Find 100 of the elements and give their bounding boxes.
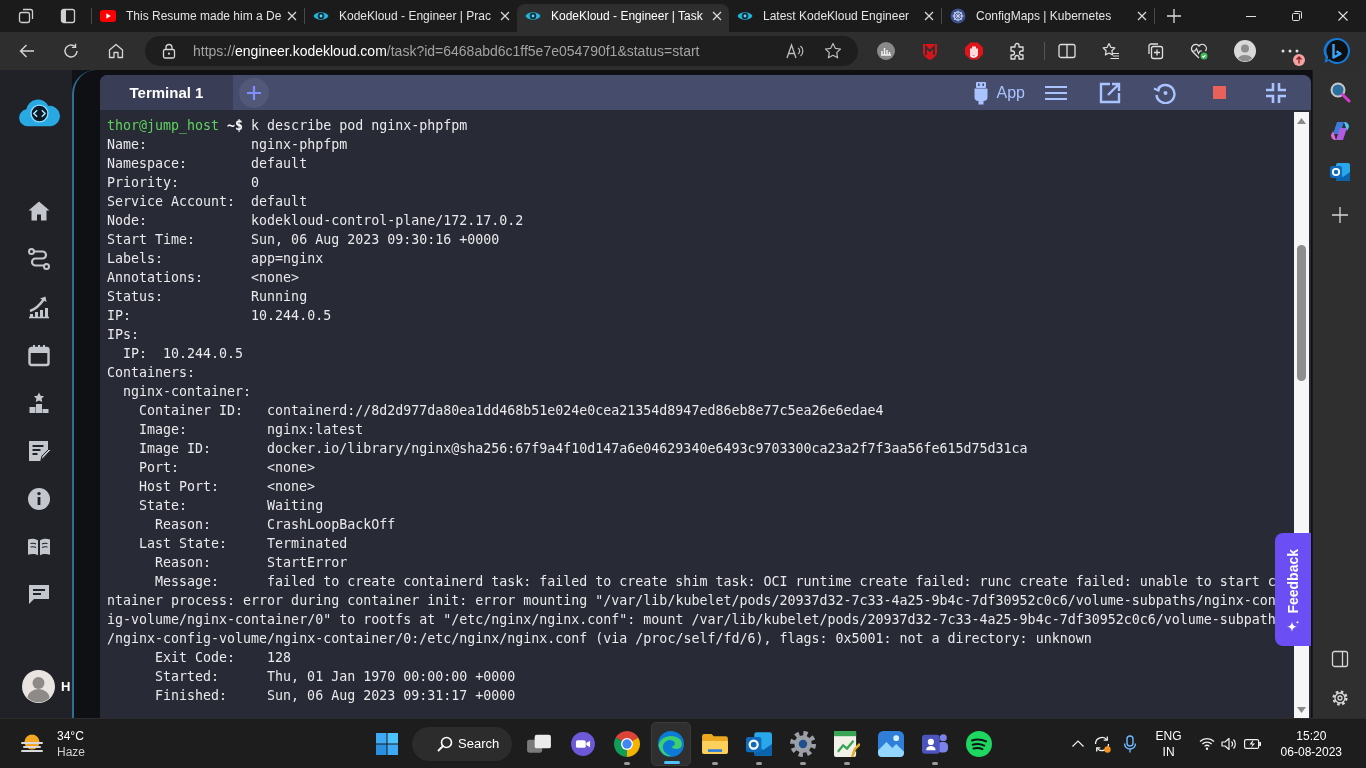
cloud-logo-icon[interactable] [17, 98, 60, 128]
scrollbar[interactable] [1294, 112, 1309, 533]
history-icon[interactable] [1153, 81, 1176, 104]
scroll-up-icon[interactable] [1297, 118, 1306, 124]
workspaces-icon[interactable] [18, 8, 34, 24]
external-link-icon[interactable] [1099, 81, 1121, 104]
calendar-icon[interactable] [26, 343, 51, 367]
output-key: Reason: [155, 517, 212, 532]
output-value: docker.io/library/nginx@sha256:67f9a4f10d147a6e04629340e6493c9703300ca23a2f7f3aa56fe615d75d31ca [267, 440, 1028, 458]
profile-avatar-icon[interactable] [1234, 40, 1256, 62]
compress-icon[interactable] [1266, 82, 1286, 103]
chevron-up-icon[interactable] [1071, 740, 1084, 747]
output-value: 10.244.0.5 [163, 345, 244, 363]
wifi-icon[interactable] [1198, 737, 1215, 750]
volume-icon[interactable] [1220, 736, 1237, 751]
output-value: ig-volume/nginx-container/0" to rootfs at "/etc/nginx/nginx.conf": mount /var/lib/kubelet/pods/20937d32-7c33-4a25-9b4c-7df30952c0c6/volume-subpath [107, 611, 1276, 629]
close-icon[interactable] [287, 11, 297, 21]
output-value: StartError [267, 554, 348, 572]
battery-icon[interactable] [1243, 737, 1262, 750]
vertical-tabs-icon[interactable] [60, 8, 76, 24]
output-value: ntainer process: error during container init: error mounting "/var/lib/kubelet/pods/20937d32-7c33-4a25-9b4c-7df30952c0c6/volume-subpaths/nginx-con [107, 592, 1276, 610]
app-button[interactable]: App [972, 80, 1025, 105]
more-icon[interactable] [1281, 49, 1299, 53]
search-icon [437, 735, 453, 752]
menu-icon[interactable] [1044, 84, 1068, 101]
feedback-button[interactable]: Feedback [1275, 533, 1311, 646]
path-icon[interactable] [26, 247, 51, 271]
search-icon[interactable] [1328, 81, 1351, 103]
browser-tab[interactable]: Latest KodeKloud Engineer [729, 4, 941, 32]
browser-tab[interactable]: KodeKloud - Engineer | Task [517, 4, 729, 32]
heart-pulse-icon[interactable] [1190, 42, 1208, 60]
language-button[interactable]: ENG IN [1155, 727, 1182, 760]
home-icon[interactable] [26, 199, 51, 223]
close-icon[interactable] [1338, 11, 1348, 21]
minimize-icon[interactable] [1246, 15, 1256, 17]
stop-hand-icon[interactable] [965, 42, 983, 60]
output-value: nginx-phpfpm [251, 136, 348, 154]
collections-icon[interactable] [1146, 42, 1164, 60]
output-value: Thu, 01 Jan 1970 00:00:00 +0000 [267, 668, 516, 686]
scrollbar-thumb[interactable] [1297, 245, 1306, 381]
close-icon[interactable] [924, 11, 934, 21]
swirl-logo-icon[interactable] [1328, 120, 1351, 142]
new-tab-icon[interactable] [1167, 9, 1181, 23]
home-icon[interactable] [108, 43, 124, 59]
mic-icon[interactable] [1122, 734, 1137, 753]
eye-icon [737, 10, 753, 22]
add-terminal-icon[interactable] [239, 77, 269, 108]
taskbar-button[interactable] [651, 721, 691, 766]
info-icon[interactable] [26, 487, 51, 511]
wheel-icon [950, 8, 966, 24]
terminal-tab[interactable]: Terminal 1 [100, 75, 233, 110]
clock-button[interactable]: 15:20 06-08-2023 [1280, 727, 1342, 760]
scrollbar-track[interactable] [1294, 646, 1309, 718]
address-bar[interactable]: https://engineer.kodekloud.com/task?id=6468abd6c1ff5e7e054790f1&status=start [145, 36, 858, 66]
output-key: Host Port: [139, 479, 220, 494]
output-value: nginx:latest [267, 421, 364, 439]
mail-app-icon[interactable] [1328, 161, 1351, 183]
output-key: Exit Code: [155, 650, 236, 665]
back-icon[interactable] [19, 43, 35, 59]
bubble-logo-icon[interactable] [1323, 37, 1351, 65]
browser-tab[interactable]: KodeKloud - Engineer | Prac [305, 4, 517, 32]
output-value: 10.244.0.5 [251, 307, 332, 325]
browser-tab[interactable]: This Resume made him a De [92, 4, 304, 32]
output-key: Name: [107, 137, 148, 152]
people-app-icon [922, 733, 948, 754]
chat-icon[interactable] [26, 583, 51, 607]
search-button[interactable]: Search [412, 726, 512, 761]
output-key: Annotations: [107, 270, 204, 285]
output-key: Image: [139, 422, 188, 437]
output-value: default [251, 155, 308, 173]
sync-icon[interactable] [1092, 734, 1111, 753]
swirl-icon [658, 730, 684, 757]
close-icon[interactable] [500, 11, 510, 21]
favorite-star-icon[interactable] [824, 42, 842, 60]
split-screen-icon[interactable] [1058, 42, 1076, 60]
output-value: Terminated [267, 535, 348, 553]
note-edit-icon[interactable] [26, 439, 51, 463]
output-value: default [251, 193, 308, 211]
bars-badge-icon[interactable] [877, 42, 895, 60]
growth-chart-icon[interactable] [26, 295, 51, 319]
shield-icon[interactable] [921, 42, 939, 60]
mail-app-icon [746, 731, 772, 756]
output-value: containerd://8d2d977da80ea1dd468b51e024e0cea21354d8947ed86eb8e77c5ea26e6edae4 [267, 402, 884, 420]
panel-toggle-icon[interactable] [1330, 650, 1349, 668]
start-icon[interactable] [375, 731, 399, 756]
puzzle-icon[interactable] [1009, 42, 1027, 60]
photo-icon [878, 730, 904, 757]
chart-sheet-icon [834, 730, 860, 757]
reload-icon[interactable] [63, 43, 79, 59]
close-icon[interactable] [712, 11, 722, 21]
favorites-icon[interactable] [1102, 42, 1120, 60]
output-value: failed to create containerd task: failed to create shim task: OCI runtime create failed: runc create failed: unable to start c [267, 573, 1276, 591]
restore-icon[interactable] [1292, 11, 1302, 21]
scroll-down-icon[interactable] [1297, 707, 1306, 713]
close-icon[interactable] [1137, 11, 1147, 21]
read-aloud-icon[interactable] [786, 43, 804, 59]
settings-icon[interactable] [1330, 689, 1349, 707]
browser-tab[interactable]: ConfigMaps | Kubernetes [942, 4, 1154, 32]
avatar-icon[interactable] [22, 670, 55, 703]
output-key: Containers: [107, 363, 196, 382]
